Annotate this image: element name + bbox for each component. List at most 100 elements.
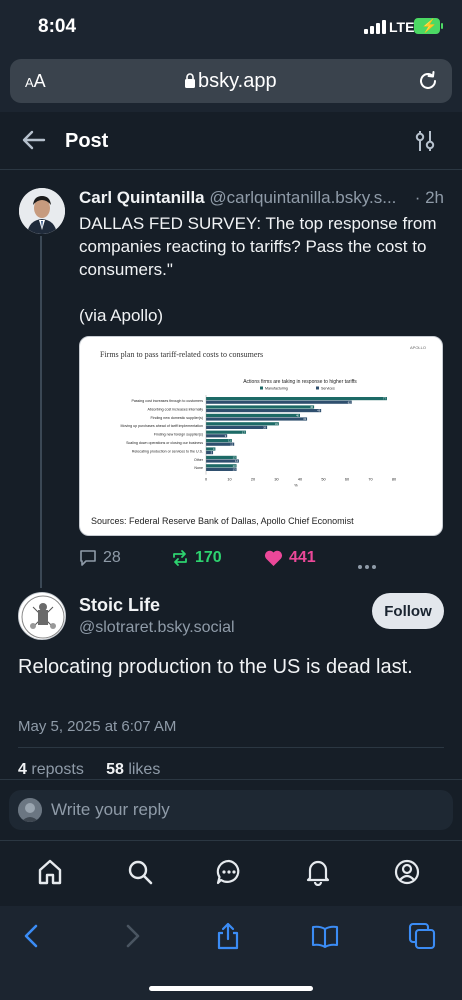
post-date: May 5, 2025 at 6:07 AM [18,718,177,735]
lock-icon [185,73,195,88]
reply-input[interactable]: Write your reply [9,790,453,830]
reply-composer-bar: Write your reply [0,779,462,841]
reply-button[interactable]: 28 [79,546,121,570]
bar [206,417,308,421]
home-indicator [149,986,313,991]
battery-icon: ⚡ [414,18,443,34]
post-stats: 4 reposts 58 likes [18,761,160,779]
more-options-icon[interactable] [358,556,379,574]
share-icon[interactable] [214,922,242,950]
category-label: Moving up purchases ahead of tariff impl… [121,424,203,428]
bar [206,413,300,417]
legend-swatch [316,386,319,390]
url-text: bsky.app [198,70,277,92]
reposts-label: reposts [31,761,84,778]
follow-button[interactable]: Follow [372,593,444,629]
home-icon[interactable] [36,858,64,886]
x-tick-label: 50 [321,478,325,482]
bar [206,397,387,401]
bottom-nav [0,842,462,906]
embed-source: Sources: Federal Reserve Bank of Dallas,… [91,516,354,526]
x-tick-label: 0 [205,478,207,482]
likes-count: 58 [106,761,124,778]
reply-count: 28 [103,549,121,566]
comment-icon [80,550,96,566]
x-tick-label: 10 [227,478,231,482]
category-label: Passing cost increases through to custom… [131,399,203,403]
address-bar[interactable]: AA bsky.app [10,59,452,103]
sliders-icon[interactable] [414,129,436,153]
x-tick-label: 80 [392,478,396,482]
browser-back-icon[interactable] [18,922,46,950]
author-handle[interactable]: @slotraret.bsky.social [79,619,235,637]
browser-toolbar: AA bsky.app [0,56,462,112]
post-text: DALLAS FED SURVEY: The top response from… [79,214,437,325]
category-label: Scaling down operations or closing our b… [126,441,203,445]
embed-title: Firms plan to pass tariff-related costs … [100,350,264,359]
post-time[interactable]: · 2h [408,188,444,208]
safari-toolbar [0,906,462,1000]
browser-forward-icon [126,924,140,948]
legend-label: Manufacturing [265,387,288,391]
avatar[interactable] [18,592,66,640]
heart-icon [264,550,283,566]
bar [206,422,279,426]
bar-chart: Actions firms are taking in response to … [121,379,397,488]
profile-icon[interactable] [393,858,421,886]
x-tick-label: 20 [251,478,255,482]
network-label: LTE [389,19,415,35]
clock: 8:04 [38,16,77,37]
author-name[interactable]: Stoic Life [79,595,160,616]
image-embed[interactable]: Firms plan to pass tariff-related costs … [79,336,443,536]
reply-placeholder: Write your reply [51,800,170,819]
legend-swatch [260,386,263,390]
like-button[interactable]: 441 [264,546,316,570]
chat-icon[interactable] [215,858,243,886]
repost-icon [173,550,187,566]
text-size-button[interactable]: AA [25,71,46,92]
x-axis-label: % [294,484,298,488]
reload-icon[interactable] [417,70,439,92]
avatar[interactable] [19,188,65,234]
thread-line [40,236,42,588]
post-author[interactable]: Carl Quintanilla @carlquintanilla.bsky.s… [79,188,449,212]
category-label: Other [194,458,204,462]
bar [206,430,246,434]
repost-count: 170 [195,549,222,566]
likes-stat[interactable]: 58 likes [106,761,160,778]
repost-button[interactable]: 170 [171,546,222,570]
bar [206,425,268,429]
x-tick-label: 60 [345,478,349,482]
category-label: None [194,466,203,470]
notifications-bell-icon[interactable] [304,858,332,886]
post-text: Relocating production to the US is dead … [18,656,413,678]
bar [206,459,239,463]
divider [18,747,444,748]
post-actions: 28 170 441 [79,546,399,570]
status-bar: 8:04 LTE ⚡ [0,0,462,56]
back-arrow-icon[interactable] [22,130,46,150]
tabs-icon[interactable] [408,922,436,950]
x-tick-label: 40 [298,478,302,482]
likes-label: likes [128,761,161,778]
x-tick-label: 70 [368,478,372,482]
x-tick-label: 30 [274,478,278,482]
bookmarks-icon[interactable] [311,922,339,950]
like-count: 441 [289,549,316,566]
signal-icon [364,20,386,34]
bar [206,400,352,404]
bar [206,405,315,409]
search-icon[interactable] [126,858,154,886]
author-handle[interactable]: @carlquintanilla.bsky.s... [209,188,396,207]
category-label: Finding new foreign supplier(s) [154,433,203,437]
bar [206,409,322,413]
avatar [18,798,42,822]
category-label: Relocating production or services to the… [132,449,203,453]
legend-label: Services [321,387,335,391]
reposts-stat[interactable]: 4 reposts [18,761,84,778]
author-name[interactable]: Carl Quintanilla [79,188,205,207]
chart-title: Actions firms are taking in response to … [243,379,357,385]
page-title: Post [65,130,109,152]
category-label: Finding new domestic supplier(s) [150,416,203,420]
category-label: Absorbing cost increases internally [147,407,203,411]
